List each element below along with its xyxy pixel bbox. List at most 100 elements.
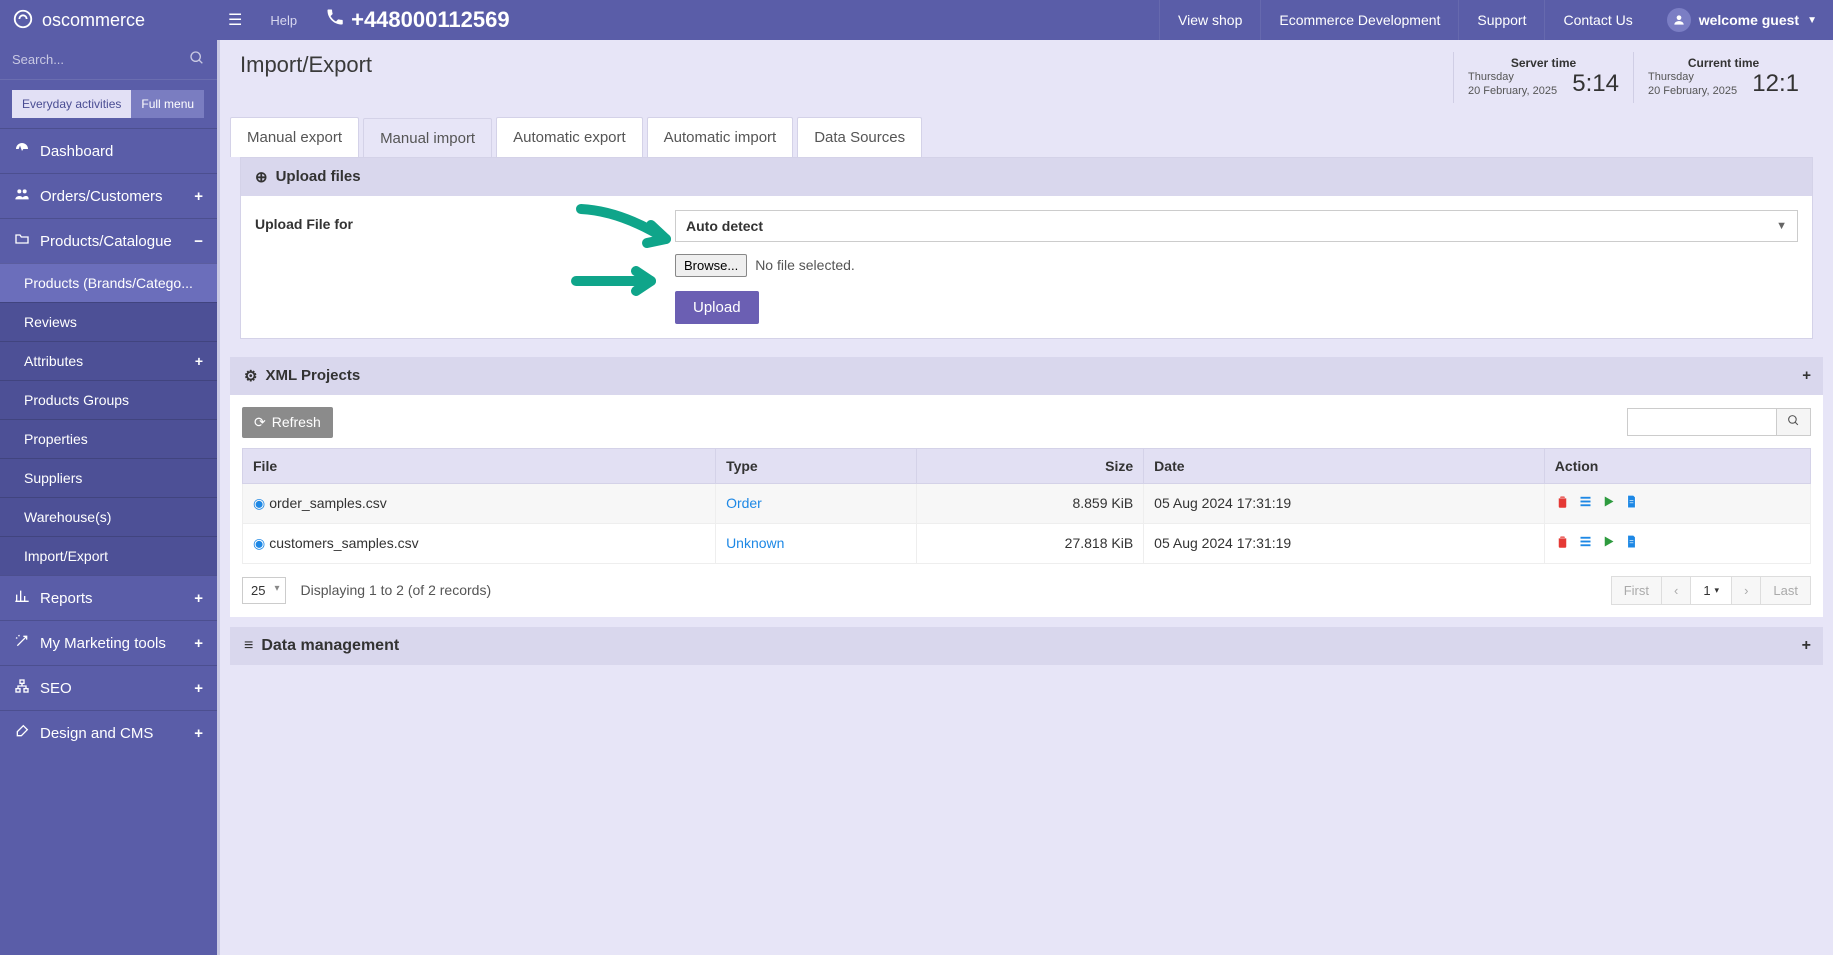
server-date: 20 February, 2025 [1468, 84, 1557, 98]
sidebar-item-product-groups[interactable]: Products Groups [0, 380, 217, 419]
page-size-select[interactable]: 25 [242, 577, 286, 604]
files-table: File Type Size Date Action ◉order_sample… [242, 448, 1811, 564]
welcome-text: welcome guest [1699, 12, 1799, 28]
sidebar-item-import-export[interactable]: Import/Export [0, 536, 217, 575]
refresh-button[interactable]: ⟳ Refresh [242, 407, 333, 438]
user-menu[interactable]: welcome guest ▼ [1651, 8, 1833, 32]
sidebar-item-reports[interactable]: Reports + [0, 575, 217, 620]
play-icon[interactable] [1601, 534, 1616, 553]
sidebar-item-label: Design and CMS [40, 725, 153, 742]
file-name[interactable]: order_samples.csv [269, 495, 387, 511]
sidebar-item-suppliers[interactable]: Suppliers [0, 458, 217, 497]
dm-panel-header[interactable]: ≡ Data management + [230, 627, 1823, 665]
dashboard-icon [14, 141, 30, 161]
play-icon[interactable] [1601, 494, 1616, 513]
sidebar-item-label: Suppliers [24, 470, 82, 486]
select-value: Auto detect [686, 218, 763, 234]
table-row[interactable]: ◉customers_samples.csv Unknown 27.818 Ki… [243, 523, 1811, 563]
delete-icon[interactable] [1555, 534, 1570, 553]
upload-button[interactable]: Upload [675, 291, 759, 324]
panel-expand-button[interactable]: + [1802, 637, 1811, 655]
tab-content: ⊕ Upload files Upload File for [240, 157, 1813, 339]
col-size[interactable]: Size [917, 448, 1144, 483]
sidebar-item-label: Dashboard [40, 143, 113, 160]
file-type-link[interactable]: Order [726, 495, 762, 511]
sidebar-item-label: Products (Brands/Catego... [24, 275, 193, 291]
sidebar-item-label: Reviews [24, 314, 77, 330]
table-search-input[interactable] [1627, 408, 1777, 436]
sidebar-item-properties[interactable]: Properties [0, 419, 217, 458]
pager-first[interactable]: First [1611, 576, 1662, 605]
sidebar-item-reviews[interactable]: Reviews [0, 302, 217, 341]
top-link-contact[interactable]: Contact Us [1544, 0, 1650, 40]
folder-icon [14, 231, 30, 251]
mode-everyday-button[interactable]: Everyday activities [12, 90, 131, 118]
sidebar-item-orders[interactable]: Orders/Customers + [0, 173, 217, 218]
tab-automatic-export[interactable]: Automatic export [496, 117, 643, 157]
current-time-panel: Current time Thursday 20 February, 2025 … [1633, 52, 1813, 103]
document-icon[interactable] [1624, 494, 1639, 513]
phone-number: +448000112569 [351, 7, 509, 33]
server-clock: 5:14 [1572, 70, 1619, 98]
users-icon [14, 186, 30, 206]
pager-prev[interactable]: ‹ [1661, 576, 1691, 605]
top-link-support[interactable]: Support [1458, 0, 1544, 40]
document-icon[interactable] [1624, 534, 1639, 553]
tab-data-sources[interactable]: Data Sources [797, 117, 922, 157]
page-title: Import/Export [240, 52, 372, 78]
tab-automatic-import[interactable]: Automatic import [647, 117, 794, 157]
table-search-button[interactable] [1777, 408, 1811, 436]
sidebar-item-design[interactable]: Design and CMS + [0, 710, 217, 755]
panel-expand-button[interactable]: + [1802, 367, 1811, 384]
pager-last[interactable]: Last [1760, 576, 1811, 605]
plus-icon: + [194, 635, 203, 652]
sidebar-item-products[interactable]: Products/Catalogue − [0, 218, 217, 263]
xml-panel-body: ⟳ Refresh File Type [230, 395, 1823, 617]
refresh-icon: ⟳ [254, 414, 266, 431]
col-file[interactable]: File [243, 448, 716, 483]
col-action: Action [1544, 448, 1810, 483]
upload-type-select[interactable]: Auto detect ▼ [675, 210, 1798, 242]
brand-text: oscommerce [42, 10, 145, 31]
download-icon[interactable]: ◉ [253, 495, 265, 511]
sidebar-item-warehouses[interactable]: Warehouse(s) [0, 497, 217, 536]
download-icon[interactable]: ◉ [253, 535, 265, 551]
list-icon[interactable] [1578, 494, 1593, 513]
sidebar-search [0, 40, 217, 80]
browse-button[interactable]: Browse... [675, 254, 747, 277]
sidebar-item-products-brands[interactable]: Products (Brands/Catego... [0, 263, 217, 302]
pager-next[interactable]: › [1731, 576, 1761, 605]
sidebar-item-label: Reports [40, 590, 93, 607]
search-input[interactable] [12, 52, 189, 67]
phone-icon [325, 7, 345, 33]
plus-icon: + [194, 725, 203, 742]
list-icon[interactable] [1578, 534, 1593, 553]
display-count-text: Displaying 1 to 2 (of 2 records) [300, 582, 491, 598]
pager: 25 Displaying 1 to 2 (of 2 records) Firs… [242, 576, 1811, 605]
table-row[interactable]: ◉order_samples.csv Order 8.859 KiB 05 Au… [243, 483, 1811, 523]
col-type[interactable]: Type [716, 448, 917, 483]
sidebar-item-dashboard[interactable]: Dashboard [0, 128, 217, 173]
xml-panel-title: XML Projects [265, 367, 360, 384]
sidebar-item-seo[interactable]: SEO + [0, 665, 217, 710]
delete-icon[interactable] [1555, 494, 1570, 513]
col-date[interactable]: Date [1144, 448, 1545, 483]
sidebar-item-attributes[interactable]: Attributes+ [0, 341, 217, 380]
xml-projects-panel: ⚙ XML Projects + ⟳ Refresh [230, 357, 1823, 617]
top-link-ecommerce-dev[interactable]: Ecommerce Development [1260, 0, 1458, 40]
upload-panel-title: Upload files [276, 168, 361, 185]
sidebar-toggle-button[interactable]: ☰ [218, 10, 252, 30]
tab-manual-export[interactable]: Manual export [230, 117, 359, 157]
mode-full-button[interactable]: Full menu [131, 90, 204, 118]
search-icon[interactable] [189, 50, 205, 69]
top-link-view-shop[interactable]: View shop [1159, 0, 1260, 40]
time-title: Current time [1648, 56, 1799, 70]
file-type-link[interactable]: Unknown [726, 535, 784, 551]
pager-page-select[interactable]: 1 ▾ [1690, 576, 1732, 605]
sidebar-item-marketing[interactable]: My Marketing tools + [0, 620, 217, 665]
tab-manual-import[interactable]: Manual import [363, 118, 492, 158]
phone-display: +448000112569 [315, 7, 519, 33]
help-link[interactable]: Help [252, 13, 315, 28]
file-name[interactable]: customers_samples.csv [269, 535, 418, 551]
chevron-down-icon: ▼ [1776, 220, 1787, 232]
